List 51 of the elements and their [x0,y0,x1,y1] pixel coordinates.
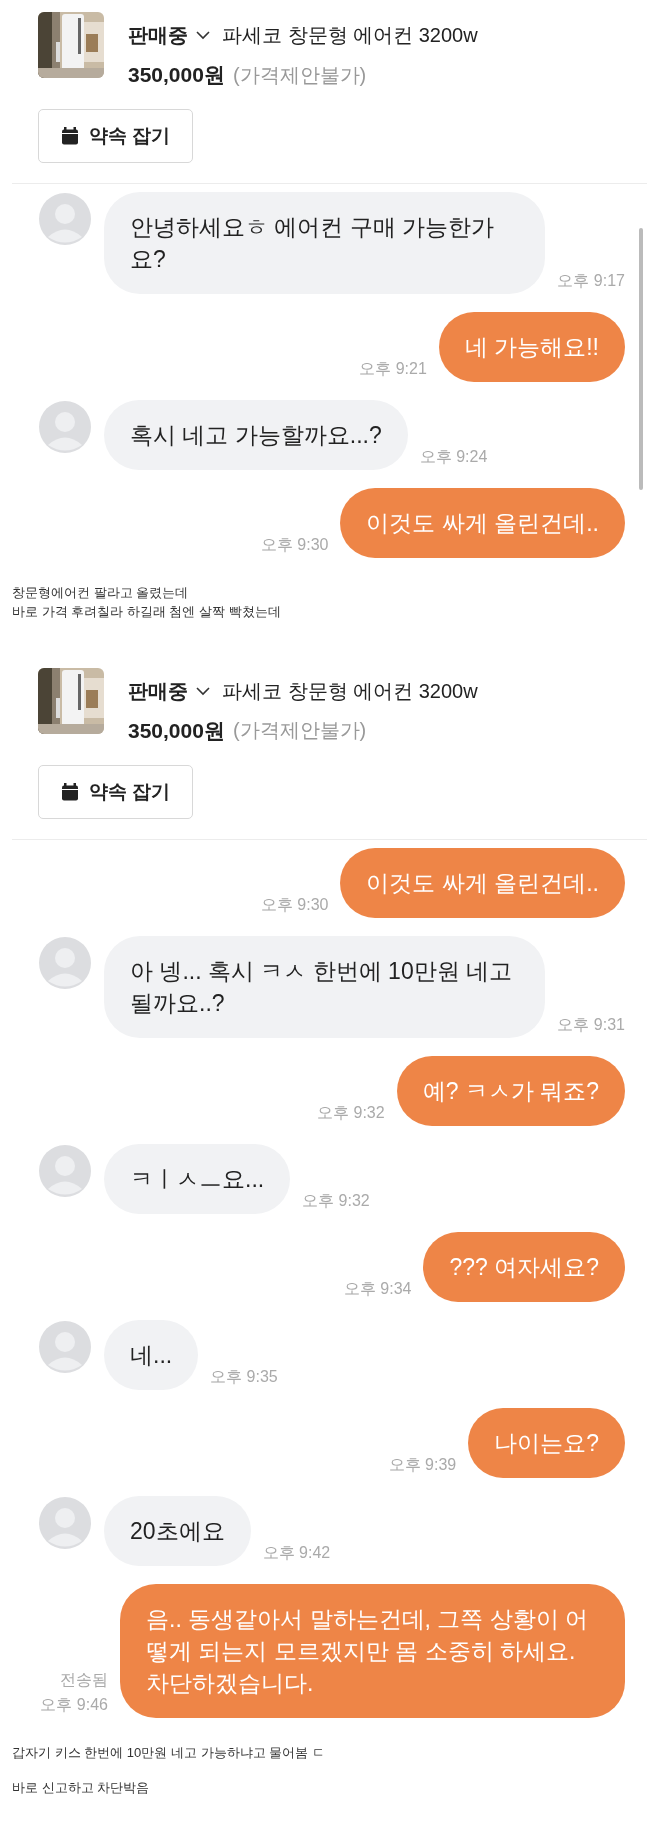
message-bubble: 이것도 싸게 올린건데.. [340,847,625,918]
product-price: 350,000원 [128,717,225,744]
message-time: 오후 9:32 [302,1190,370,1211]
message-bubble: 네 가능해요!! [438,312,625,382]
message-time: 오후 9:30 [260,894,329,915]
message-bubble: 20초에요 [104,1495,251,1566]
message-bubble: ㅋㅣㅅㅡ요... [104,1143,291,1214]
message-bubble: 음.. 동생같아서 말하는건데, 그쪽 상황이 어떻게 되는지 모르겠지만 몸 소중히 하세요. 차단하겠습니다. [120,1583,625,1718]
message-bubble: ??? 여자세요? [423,1231,625,1302]
message-time: 오후 9:46 [40,1694,108,1715]
message-time: 오후 9:24 [419,447,488,467]
message-bubble: 예? ㅋㅅ가 뭐죠? [396,1055,625,1126]
message-bubble: 혹시 네고 가능할까요...? [104,400,408,470]
message-time: 오후 9:42 [262,1542,331,1563]
caption-text: 창문형에어컨 팔라고 올렸는데 [12,584,190,602]
price-note: (가격제안불가) [232,62,367,88]
chevron-down-icon[interactable] [196,31,210,40]
message-time: 오후 9:34 [343,1278,412,1299]
avatar-icon [38,1319,92,1374]
product-price: 350,000원 [128,62,225,88]
caption-text: 바로 신고하고 차단박음 [12,1778,151,1797]
sale-status[interactable]: 판매중 [128,677,188,705]
message-bubble: 아 넹... 혹시 ㅋㅅ 한번에 10만원 네고 될까요..? [104,935,546,1038]
message-bubble: 이것도 싸게 올린건데.. [340,488,625,558]
message-bubble: 안녕하세요ㅎ 에어컨 구매 가능한가요? [104,192,546,294]
message-time: 오후 9:21 [359,359,427,379]
product-title: 파세코 창문형 에어컨 3200w [222,678,478,704]
appointment-button[interactable]: 약속 잡기 [38,764,194,819]
price-note: (가격제안불가) [232,718,367,744]
appointment-button[interactable]: 약속 잡기 [38,109,194,163]
calendar-icon [61,127,79,145]
avatar-icon [38,1143,92,1198]
sent-status: 전송됨 [60,1669,108,1690]
avatar-icon [38,1495,92,1550]
caption-text: 바로 가격 후려칠라 하길래 첨엔 살짝 빡쳤는데 [12,602,282,621]
chevron-down-icon[interactable] [196,686,210,696]
sale-status[interactable]: 판매중 [128,22,188,49]
avatar-icon [38,192,92,246]
message-time: 오후 9:32 [317,1102,385,1123]
message-time: 오후 9:17 [557,271,625,291]
message-bubble: 네... [104,1319,199,1390]
calendar-icon [61,782,79,801]
avatar-icon [38,935,92,990]
caption-text: 갑자기 키스 한번에 10만원 네고 가능하냐고 물어봄 ㄷ [12,1743,326,1762]
product-title: 파세코 창문형 에어컨 3200w [222,23,478,48]
message-bubble: 나이는요? [468,1407,625,1478]
avatar-icon [38,400,92,454]
message-time: 오후 9:30 [260,535,329,555]
message-time: 오후 9:39 [388,1454,457,1475]
message-time: 오후 9:35 [210,1366,278,1387]
message-time: 오후 9:31 [557,1014,625,1035]
